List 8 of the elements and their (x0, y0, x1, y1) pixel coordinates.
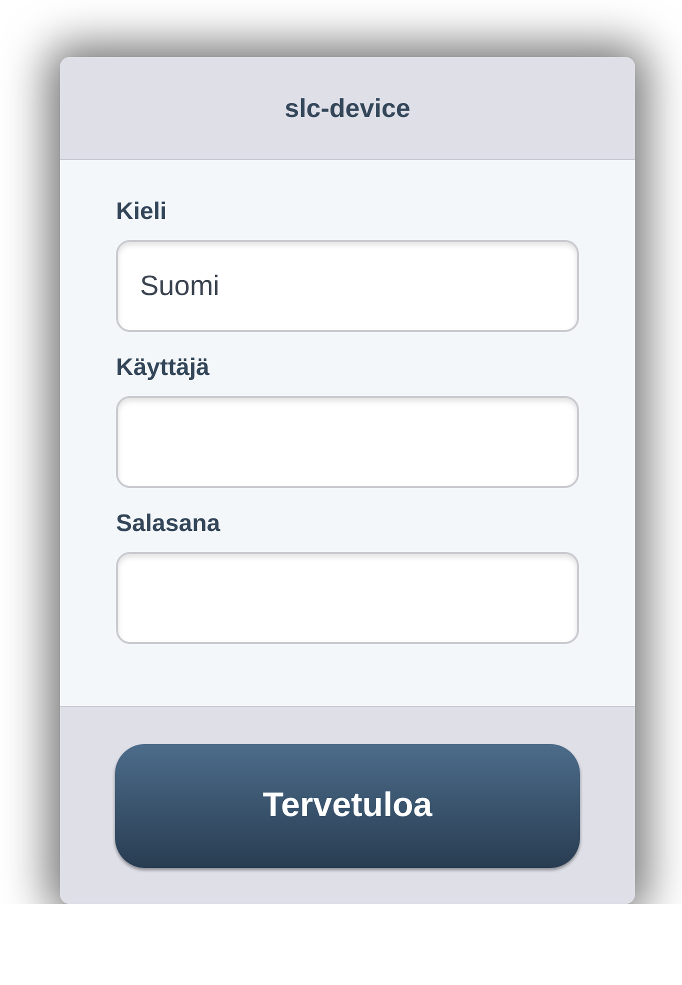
input-field[interactable]: Suomi (116, 240, 579, 332)
field-label: Salasana (116, 510, 220, 538)
header-title: slc-device (284, 92, 410, 124)
field-label: Kieli (116, 198, 167, 226)
welcome-button[interactable]: Tervetuloa (115, 744, 580, 868)
input-field[interactable] (116, 552, 579, 644)
field-label: Käyttäjä (116, 354, 210, 382)
input-field[interactable] (116, 396, 579, 488)
